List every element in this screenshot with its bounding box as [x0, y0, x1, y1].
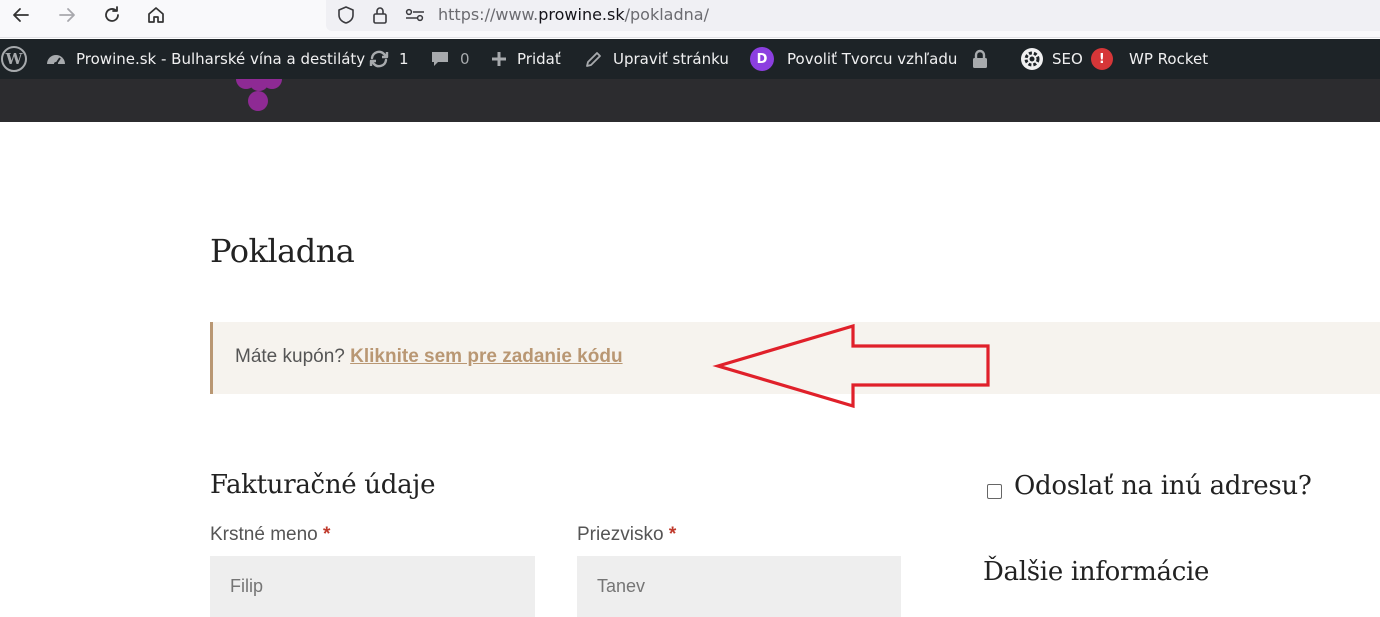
- divi-label: Povoliť Tvorcu vzhľadu: [787, 50, 958, 68]
- padlock-icon[interactable]: [970, 39, 990, 79]
- lock-icon[interactable]: [368, 3, 392, 27]
- forward-arrow-icon[interactable]: [52, 3, 82, 27]
- coupon-prompt: Máte kupón?: [235, 346, 345, 367]
- comments-menu[interactable]: 0: [430, 39, 470, 79]
- last-name-label: Priezvisko *: [577, 524, 676, 546]
- wp-rocket-label: WP Rocket: [1129, 50, 1209, 68]
- home-icon[interactable]: [141, 3, 171, 27]
- dashboard-icon: [45, 49, 67, 69]
- url-host: prowine.sk: [538, 5, 625, 24]
- seo-label: SEO: [1052, 50, 1083, 68]
- last-name-label-text: Priezvisko: [577, 524, 664, 545]
- browser-toolbar: https://www.prowine.sk/pokladna/: [0, 0, 1380, 38]
- page-title: Pokladna: [210, 232, 355, 270]
- coupon-link[interactable]: Kliknite sem pre zadanie kódu: [350, 346, 622, 367]
- seo-gear-icon: [1019, 46, 1045, 72]
- billing-heading: Fakturačné údaje: [210, 470, 436, 500]
- reload-icon[interactable]: [97, 3, 127, 27]
- url-text[interactable]: https://www.prowine.sk/pokladna/: [438, 5, 709, 24]
- plus-icon: [490, 50, 508, 68]
- url-path: /pokladna/: [624, 5, 709, 24]
- ship-different-checkbox[interactable]: [987, 484, 1002, 499]
- divi-builder-menu[interactable]: D Povoliť Tvorcu vzhľadu: [750, 39, 957, 79]
- ship-different-label[interactable]: Odoslať na inú adresu?: [1014, 471, 1312, 501]
- svg-text:W: W: [5, 50, 24, 68]
- add-new-menu[interactable]: Pridať: [490, 39, 561, 79]
- wp-rocket-menu[interactable]: WP Rocket: [1129, 39, 1208, 79]
- comment-icon: [430, 49, 450, 69]
- wordpress-logo-icon[interactable]: W: [0, 39, 28, 79]
- add-new-label: Pridať: [517, 50, 561, 68]
- required-mark: *: [323, 524, 331, 545]
- edit-page-menu[interactable]: Upraviť stránku: [584, 39, 729, 79]
- wp-admin-bar: W Prowine.sk - Bulharské vína a destilát…: [0, 39, 1380, 79]
- pencil-icon: [584, 49, 604, 69]
- last-name-field[interactable]: [577, 556, 901, 617]
- first-name-label-text: Krstné meno: [210, 524, 318, 545]
- grape-logo-icon[interactable]: [230, 79, 290, 117]
- back-arrow-icon[interactable]: [6, 3, 36, 27]
- shield-icon[interactable]: [334, 3, 358, 27]
- updates-count: 1: [399, 50, 409, 68]
- url-bar[interactable]: https://www.prowine.sk/pokladna/: [326, 0, 1380, 31]
- seo-menu[interactable]: SEO !: [1019, 39, 1113, 79]
- site-name-menu[interactable]: Prowine.sk - Bulharské vína a destiláty: [45, 39, 365, 79]
- coupon-notice: Máte kupón? Kliknite sem pre zadanie kód…: [210, 322, 1380, 394]
- site-header: [0, 79, 1380, 122]
- seo-alert-badge: !: [1090, 48, 1113, 70]
- comments-count: 0: [460, 50, 470, 68]
- edit-page-label: Upraviť stránku: [613, 50, 729, 68]
- first-name-label: Krstné meno *: [210, 524, 330, 546]
- url-prefix: https://www.: [438, 5, 539, 24]
- site-name-label: Prowine.sk - Bulharské vína a destiláty: [76, 50, 366, 68]
- site-settings-icon[interactable]: [403, 3, 427, 27]
- coupon-text: Máte kupón? Kliknite sem pre zadanie kód…: [235, 346, 623, 368]
- additional-info-heading: Ďalšie informácie: [983, 557, 1210, 587]
- required-mark: *: [668, 524, 677, 545]
- first-name-field[interactable]: [210, 556, 535, 617]
- divi-icon: D: [750, 47, 774, 71]
- updates-icon: [368, 49, 390, 69]
- updates-menu[interactable]: 1: [368, 39, 409, 79]
